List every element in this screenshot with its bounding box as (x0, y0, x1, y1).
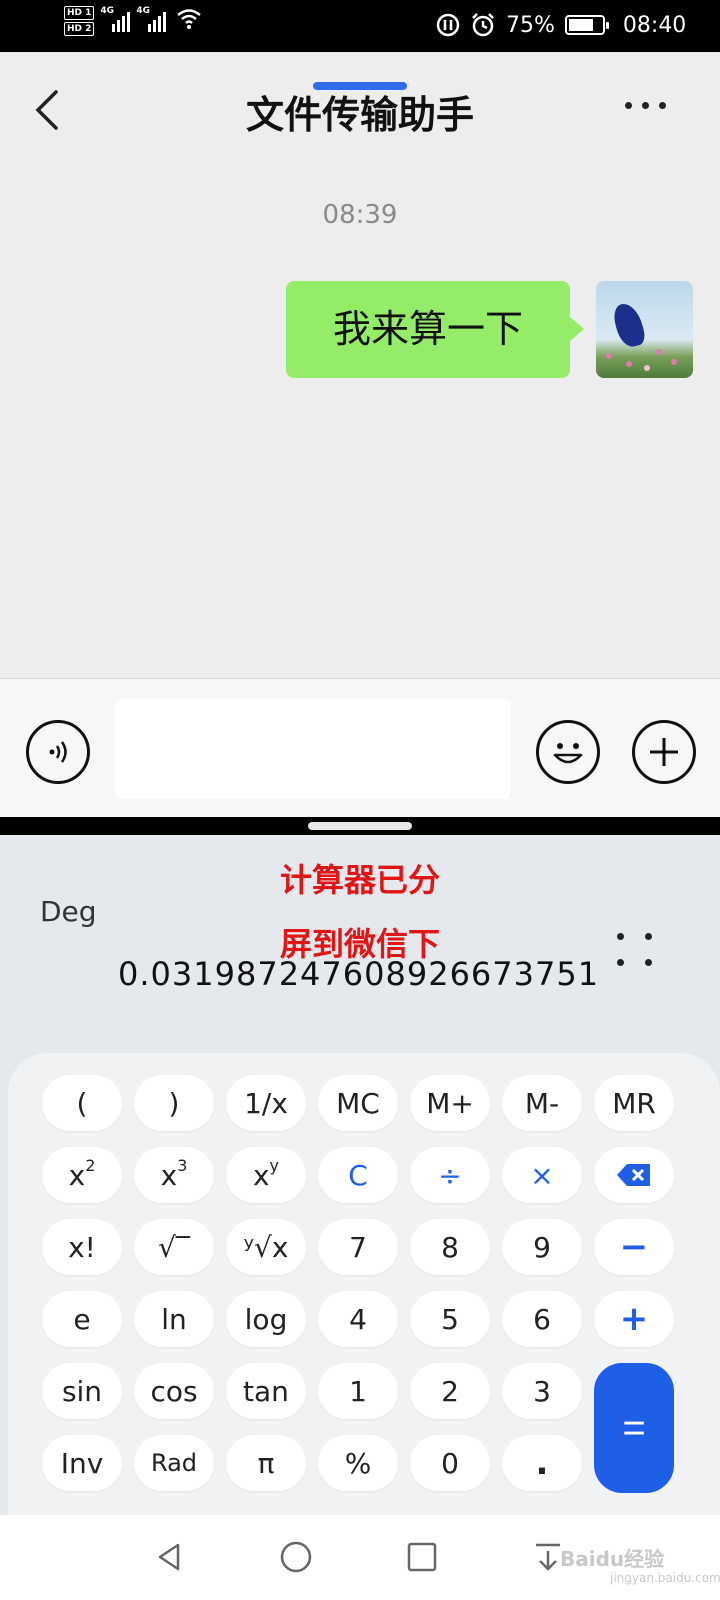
status-right: 75% 08:40 (436, 12, 686, 38)
nav-home-icon[interactable] (276, 1537, 316, 1577)
key-cos[interactable]: cos (134, 1363, 214, 1419)
key-7[interactable]: 7 (318, 1219, 398, 1275)
voice-icon[interactable] (26, 720, 90, 784)
key-cube-base: x (160, 1158, 178, 1192)
signal-icon: 4G (100, 6, 131, 32)
key-e[interactable]: e (42, 1291, 122, 1347)
signal-icon: 4G (136, 6, 167, 32)
key-5[interactable]: 5 (410, 1291, 490, 1347)
chat-header: 文件传输助手 (0, 52, 720, 162)
nav-recent-icon[interactable] (402, 1537, 442, 1577)
status-bar: HD 1 HD 2 4G 4G 75% 08:40 (0, 0, 720, 52)
key-4[interactable]: 4 (318, 1291, 398, 1347)
key-backspace[interactable] (594, 1147, 674, 1203)
wifi-icon (177, 9, 202, 29)
network-indicators: HD 1 HD 2 4G 4G (64, 6, 202, 36)
calculator-app: 计算器已分 Deg 屏到微信下 0.031987247608926673751 … (0, 835, 720, 1523)
message-input[interactable] (115, 699, 511, 799)
status-time: 08:40 (622, 12, 687, 38)
layout-toggle-icon[interactable] (617, 933, 659, 975)
key-tan[interactable]: tan (226, 1363, 306, 1419)
key-paren-close[interactable]: ) (134, 1075, 214, 1131)
key-paren-open[interactable]: ( (42, 1075, 122, 1131)
emoji-icon[interactable] (536, 720, 600, 784)
battery-icon (564, 15, 609, 35)
key-1[interactable]: 1 (318, 1363, 398, 1419)
key-6[interactable]: 6 (502, 1291, 582, 1347)
watermark: Baidu经验 (560, 1547, 665, 1571)
calculator-display: 0.031987247608926673751 (118, 955, 600, 993)
key-cube[interactable]: x3 (134, 1147, 214, 1203)
key-8[interactable]: 8 (410, 1219, 490, 1275)
key-pi[interactable]: π (226, 1435, 306, 1491)
split-handle[interactable] (308, 822, 412, 830)
key-yroot[interactable]: ʸ√x (226, 1219, 306, 1275)
key-plus[interactable]: + (594, 1291, 674, 1347)
message-bubble[interactable]: 我来算一下 (286, 281, 584, 378)
network-label: 4G (100, 6, 115, 16)
key-multiply[interactable]: × (502, 1147, 582, 1203)
key-minus[interactable]: − (594, 1219, 674, 1275)
more-icon[interactable] (625, 102, 666, 109)
alarm-icon (472, 13, 494, 37)
avatar[interactable] (596, 281, 693, 378)
sim-badges: HD 1 HD 2 (64, 6, 95, 36)
key-memory-subtract[interactable]: M- (502, 1075, 582, 1131)
key-clear[interactable]: C (318, 1147, 398, 1203)
key-power-base: x (252, 1158, 270, 1192)
key-reciprocal[interactable]: 1/x (226, 1075, 306, 1131)
key-power-exp: y (269, 1155, 280, 1175)
watermark-sub: jingyan.baidu.com (610, 1571, 720, 1585)
key-3[interactable]: 3 (502, 1363, 582, 1419)
chat-input-bar (0, 678, 720, 817)
nfc-icon (436, 13, 460, 37)
key-9[interactable]: 9 (502, 1219, 582, 1275)
key-log[interactable]: log (226, 1291, 306, 1347)
key-memory-clear[interactable]: MC (318, 1075, 398, 1131)
key-2[interactable]: 2 (410, 1363, 490, 1419)
sim2-badge: HD 2 (64, 22, 95, 36)
key-square-exp: 2 (85, 1155, 96, 1175)
message-timestamp: 08:39 (322, 200, 398, 230)
key-sqrt[interactable]: √‾ (134, 1219, 214, 1275)
key-0[interactable]: 0 (410, 1435, 490, 1491)
split-screen-divider[interactable] (0, 817, 720, 835)
key-sin[interactable]: sin (42, 1363, 122, 1419)
key-inv[interactable]: Inv (42, 1435, 122, 1491)
system-nav-bar: Baidu经验 jingyan.baidu.com (0, 1515, 720, 1600)
plus-icon[interactable] (632, 720, 696, 784)
chat-title: 文件传输助手 (245, 93, 474, 137)
key-percent[interactable]: % (318, 1435, 398, 1491)
network-label: 4G (136, 6, 151, 16)
key-cube-exp: 3 (177, 1155, 188, 1175)
battery-percent: 75% (506, 12, 555, 38)
sim1-badge: HD 1 (64, 6, 95, 20)
keypad: ( ) 1/x MC M+ M- MR x2 x3 xy C ÷ × x! √‾… (8, 1053, 720, 1523)
key-divide[interactable]: ÷ (410, 1147, 490, 1203)
key-factorial[interactable]: x! (42, 1219, 122, 1275)
annotation-line1: 计算器已分 (279, 861, 440, 899)
key-ln[interactable]: ln (134, 1291, 214, 1347)
key-memory-add[interactable]: M+ (410, 1075, 490, 1131)
key-square[interactable]: x2 (42, 1147, 122, 1203)
key-decimal[interactable]: . (502, 1435, 582, 1491)
key-rad[interactable]: Rad (134, 1435, 214, 1491)
key-power[interactable]: xy (226, 1147, 306, 1203)
key-square-base: x (68, 1158, 86, 1192)
key-memory-recall[interactable]: MR (594, 1075, 674, 1131)
key-equals[interactable]: = (594, 1363, 674, 1493)
backspace-icon (617, 1164, 650, 1186)
nav-back-icon[interactable] (150, 1537, 190, 1577)
